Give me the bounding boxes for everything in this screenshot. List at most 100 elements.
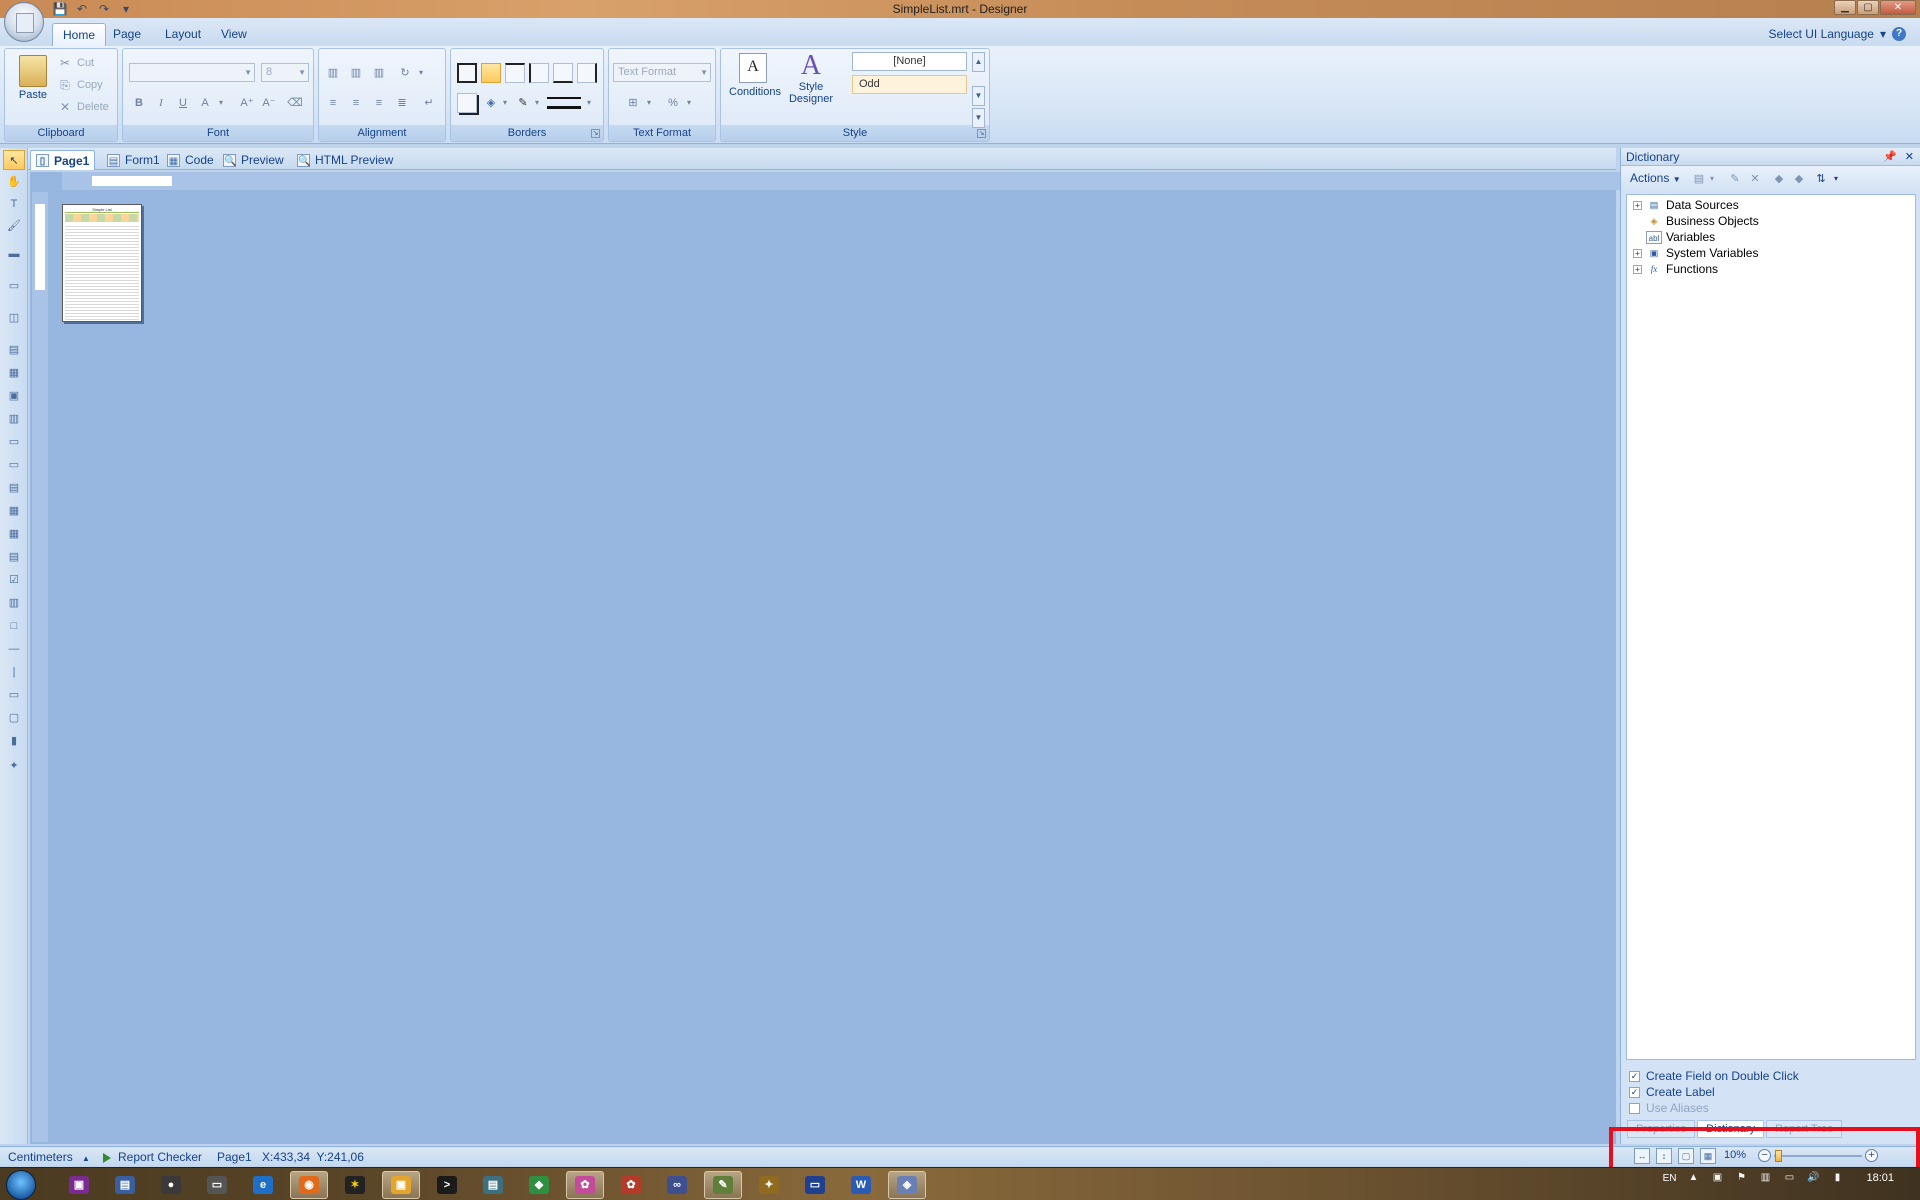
left-border-icon[interactable] — [529, 63, 549, 83]
taskbar-app-18[interactable]: W — [842, 1171, 880, 1199]
expand-icon[interactable]: + — [1633, 264, 1642, 274]
taskbar-app-7[interactable]: ✶ — [336, 1171, 374, 1199]
chart-component-icon[interactable]: ▮ — [6, 733, 22, 749]
create-label-checkbox[interactable]: ✓ Create Label — [1629, 1084, 1799, 1100]
sort-dropdown[interactable]: ▾ — [1831, 171, 1841, 187]
pin-icon[interactable]: 📌 — [1883, 148, 1897, 166]
new-item-dropdown[interactable]: ▾ — [1707, 171, 1717, 187]
taskbar-app-6[interactable]: ◉ — [290, 1171, 328, 1199]
align-center-icon[interactable]: ≡ — [346, 93, 366, 113]
move-down-icon[interactable]: ◆ — [1791, 171, 1807, 187]
tab-home[interactable]: Home — [52, 23, 107, 46]
text-angle-dropdown[interactable]: ▾ — [415, 63, 427, 83]
edit-icon[interactable]: ✎ — [1727, 171, 1743, 187]
font-color-button[interactable]: A — [195, 93, 215, 113]
font-size-combo[interactable]: 8 ▼ — [261, 63, 309, 82]
style-launcher-icon[interactable]: ↘ — [977, 129, 986, 138]
style-item-odd[interactable]: Odd — [852, 75, 967, 94]
tree-item-business-objects[interactable]: ◈ Business Objects — [1633, 213, 1759, 229]
expand-icon[interactable]: + — [1633, 200, 1642, 210]
text-format-combo[interactable]: Text Format ▼ — [613, 63, 711, 82]
tree-item-system-variables[interactable]: + ▣ System Variables — [1633, 245, 1758, 261]
select-ui-language[interactable]: Select UI Language ▾ ? — [1769, 27, 1906, 41]
application-menu-button[interactable] — [4, 2, 44, 42]
font-color-dropdown[interactable]: ▾ — [215, 93, 227, 113]
horizontal-line-icon[interactable]: — — [6, 641, 22, 657]
wizard-icon[interactable]: ✦ — [6, 758, 22, 774]
tab-form1[interactable]: ▤ Form1 — [102, 150, 165, 170]
tab-html-preview[interactable]: 🔍 HTML Preview — [292, 150, 398, 170]
shape-component-icon[interactable]: □ — [6, 618, 22, 634]
text-angle-icon[interactable]: ↻ — [395, 63, 415, 83]
vertical-line-icon[interactable]: | — [6, 664, 22, 680]
maximize-button[interactable]: ▢ — [1857, 0, 1879, 15]
barcode-component-icon[interactable]: ▥ — [6, 411, 22, 427]
bottom-border-icon[interactable] — [553, 63, 573, 83]
display-icon[interactable]: ▭ — [1782, 1172, 1796, 1184]
close-icon[interactable]: ✕ — [1905, 148, 1914, 166]
clear-format-icon[interactable]: ⌫ — [285, 93, 305, 113]
actions-menu[interactable]: Actions ▼ — [1630, 171, 1681, 185]
format-percent-dropdown[interactable]: ▾ — [683, 93, 695, 113]
tab-page1[interactable]: ▯ Page1 — [30, 150, 96, 170]
check-box-component-icon[interactable]: ☑ — [6, 572, 22, 588]
components-tool-icon[interactable]: ◫ — [6, 310, 22, 326]
report-checker-button[interactable]: Report Checker — [103, 1150, 202, 1164]
clock[interactable]: 18:01 — [1866, 1172, 1894, 1184]
bands-tool-icon[interactable]: ▬ — [6, 246, 22, 262]
rounded-rectangle-icon[interactable]: ▢ — [6, 710, 22, 726]
all-borders-icon[interactable] — [457, 63, 477, 83]
align-middle-icon[interactable]: ▥ — [346, 63, 366, 83]
language-indicator[interactable]: EN — [1663, 1173, 1677, 1184]
border-color-dropdown[interactable]: ▾ — [531, 93, 543, 113]
tab-layout[interactable]: Layout — [155, 23, 211, 46]
tab-preview[interactable]: 🔍 Preview — [218, 150, 289, 170]
right-border-icon[interactable] — [577, 63, 597, 83]
start-button[interactable] — [6, 1170, 36, 1200]
taskbar-app-15[interactable]: ✎ — [704, 1171, 742, 1199]
fill-color-dropdown[interactable]: ▾ — [499, 93, 511, 113]
sort-icon[interactable]: ⇅ — [1813, 171, 1829, 187]
format-currency-icon[interactable]: ⊞ — [623, 93, 643, 113]
shrink-font-button[interactable]: A⁻ — [259, 93, 279, 113]
volume-icon[interactable]: 🔊 — [1806, 1172, 1820, 1184]
move-up-icon[interactable]: ◆ — [1771, 171, 1787, 187]
format-painter-icon[interactable]: 🖌 — [6, 218, 22, 234]
delete-icon[interactable]: ✕ — [1747, 171, 1763, 187]
expand-icon[interactable]: + — [1633, 248, 1642, 258]
no-border-icon[interactable] — [481, 63, 501, 83]
taskbar-app-8[interactable]: ▣ — [382, 1171, 420, 1199]
taskbar-app-16[interactable]: ✦ — [750, 1171, 788, 1199]
taskbar-app-13[interactable]: ✿ — [612, 1171, 650, 1199]
style-item-none[interactable]: [None] — [852, 52, 967, 71]
use-aliases-checkbox[interactable]: Use Aliases — [1629, 1100, 1799, 1116]
power-icon[interactable]: ▮ — [1830, 1172, 1844, 1184]
font-name-combo[interactable]: ▼ — [129, 63, 255, 82]
tray-app-icon[interactable]: ▣ — [1710, 1172, 1724, 1184]
show-hidden-icons-icon[interactable]: ▲ — [1686, 1172, 1700, 1184]
border-style-dropdown[interactable]: ▾ — [583, 93, 595, 113]
text-in-cells-icon[interactable]: ▦ — [6, 365, 22, 381]
taskbar-app-3[interactable]: ● — [152, 1171, 190, 1199]
taskbar-app-2[interactable]: ▤ — [106, 1171, 144, 1199]
tab-code[interactable]: ▦ Code — [162, 150, 219, 170]
rich-text-component-icon[interactable]: ▤ — [6, 549, 22, 565]
format-percent-icon[interactable]: % — [663, 93, 683, 113]
image-component-icon[interactable]: ▣ — [6, 388, 22, 404]
create-field-on-double-click-checkbox[interactable]: ✓ Create Field on Double Click — [1629, 1068, 1799, 1084]
text-component-icon[interactable]: ▤ — [6, 342, 22, 358]
clone-component-icon[interactable]: ▭ — [6, 457, 22, 473]
units-selector[interactable]: Centimeters ▲ — [8, 1150, 90, 1164]
bold-button[interactable]: B — [129, 93, 149, 113]
style-scroll-down-icon[interactable]: ▼ — [972, 86, 985, 106]
zip-code-component-icon[interactable]: ▥ — [6, 595, 22, 611]
tree-item-variables[interactable]: abl Variables — [1633, 229, 1715, 245]
taskbar-app-10[interactable]: ▤ — [474, 1171, 512, 1199]
copy-button[interactable]: ⎘ Copy — [57, 75, 103, 95]
cross-bands-tool-icon[interactable]: ▭ — [6, 278, 22, 294]
select-tool-icon[interactable]: ↖ — [3, 150, 25, 170]
network-icon[interactable]: ▥ — [1758, 1172, 1772, 1184]
action-center-icon[interactable]: ⚑ — [1734, 1172, 1748, 1184]
report-page[interactable]: Simple List — [62, 204, 142, 322]
minimize-button[interactable]: ▁ — [1834, 0, 1856, 15]
